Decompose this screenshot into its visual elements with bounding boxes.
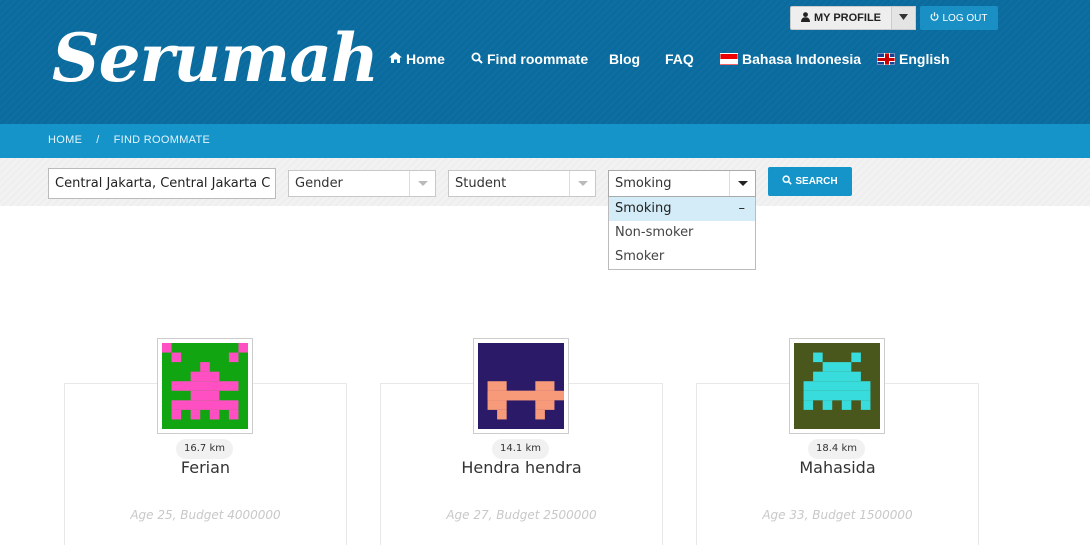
profile-name[interactable]: Mahasida: [696, 458, 979, 477]
option-label: Smoking: [615, 201, 672, 216]
site-logo[interactable]: Serumah: [52, 8, 379, 108]
nav-find-label: Find roommate: [487, 51, 589, 67]
chevron-down-icon: [729, 171, 755, 196]
breadcrumb-home[interactable]: HOME: [48, 134, 82, 146]
nav-lang-indonesia[interactable]: Bahasa Indonesia: [720, 50, 861, 68]
distance-badge: 14.1 km: [492, 439, 549, 459]
breadcrumb-current: FIND ROOMMATE: [113, 134, 211, 146]
nav-lang-en-label: English: [899, 51, 950, 67]
nav-blog[interactable]: Blog: [609, 50, 640, 68]
gender-select[interactable]: Gender: [288, 170, 436, 197]
logout-button[interactable]: LOG OUT: [920, 6, 998, 30]
caret-down-icon: [899, 13, 908, 23]
distance-badge: 16.7 km: [176, 439, 233, 459]
avatar[interactable]: [473, 338, 569, 434]
smoking-select[interactable]: Smoking: [608, 170, 756, 197]
occupation-select-value: Student: [455, 176, 507, 191]
search-icon: [782, 175, 793, 188]
nav-lang-english[interactable]: English: [877, 50, 950, 68]
selected-mark: –: [738, 201, 746, 216]
profile-name[interactable]: Ferian: [64, 458, 347, 477]
option-label: Smoker: [615, 249, 665, 264]
my-profile-label: MY PROFILE: [813, 12, 882, 24]
smoking-option-non-smoker[interactable]: Non-smoker: [609, 221, 755, 245]
logout-label: LOG OUT: [942, 12, 988, 24]
occupation-select[interactable]: Student: [448, 170, 596, 197]
user-icon: [800, 11, 810, 25]
home-icon: [389, 52, 402, 66]
smoking-select-value: Smoking: [615, 176, 672, 191]
search-button-label: SEARCH: [795, 176, 838, 187]
profile-meta: Age 25, Budget 4000000: [130, 508, 281, 522]
avatar-image: [478, 343, 564, 429]
nav-faq[interactable]: FAQ: [665, 50, 694, 68]
nav-lang-id-label: Bahasa Indonesia: [742, 51, 862, 67]
uk-flag-icon: [877, 53, 895, 65]
avatar-image: [794, 343, 880, 429]
search-icon: [471, 52, 483, 67]
avatar[interactable]: [157, 338, 253, 434]
nav-home[interactable]: Home: [389, 50, 445, 68]
profile-meta: Age 33, Budget 1500000: [762, 508, 913, 522]
power-icon: [930, 12, 939, 24]
gender-select-value: Gender: [295, 176, 343, 191]
location-input[interactable]: Central Jakarta, Central Jakarta C: [48, 168, 276, 199]
smoking-option-smoking[interactable]: Smoking –: [609, 197, 755, 221]
site-header: Serumah Home Find roommate Blog FAQ Baha…: [0, 0, 1090, 124]
nav-blog-label: Blog: [609, 51, 641, 67]
profile-name[interactable]: Hendra hendra: [380, 458, 663, 477]
breadcrumb: HOME / FIND ROOMMATE: [48, 134, 210, 146]
nav-find-roommate[interactable]: Find roommate: [471, 50, 588, 68]
account-controls: MY PROFILE LOG OUT: [790, 6, 998, 30]
profile-menu-toggle[interactable]: [892, 6, 916, 30]
option-label: Non-smoker: [615, 225, 694, 240]
nav-faq-label: FAQ: [665, 51, 694, 67]
my-profile-button[interactable]: MY PROFILE: [790, 6, 892, 30]
smoking-option-smoker[interactable]: Smoker: [609, 245, 755, 269]
breadcrumb-separator: /: [96, 134, 100, 146]
smoking-dropdown-list: Smoking – Non-smoker Smoker: [608, 197, 756, 270]
avatar-image: [162, 343, 248, 429]
chevron-down-icon: [409, 171, 435, 196]
chevron-down-icon: [569, 171, 595, 196]
search-button[interactable]: SEARCH: [768, 167, 852, 196]
profile-meta: Age 27, Budget 2500000: [446, 508, 597, 522]
indonesia-flag-icon: [720, 53, 738, 65]
distance-badge: 18.4 km: [808, 439, 865, 459]
breadcrumb-bar: HOME / FIND ROOMMATE: [0, 124, 1090, 158]
avatar[interactable]: [789, 338, 885, 434]
nav-home-label: Home: [406, 51, 445, 67]
